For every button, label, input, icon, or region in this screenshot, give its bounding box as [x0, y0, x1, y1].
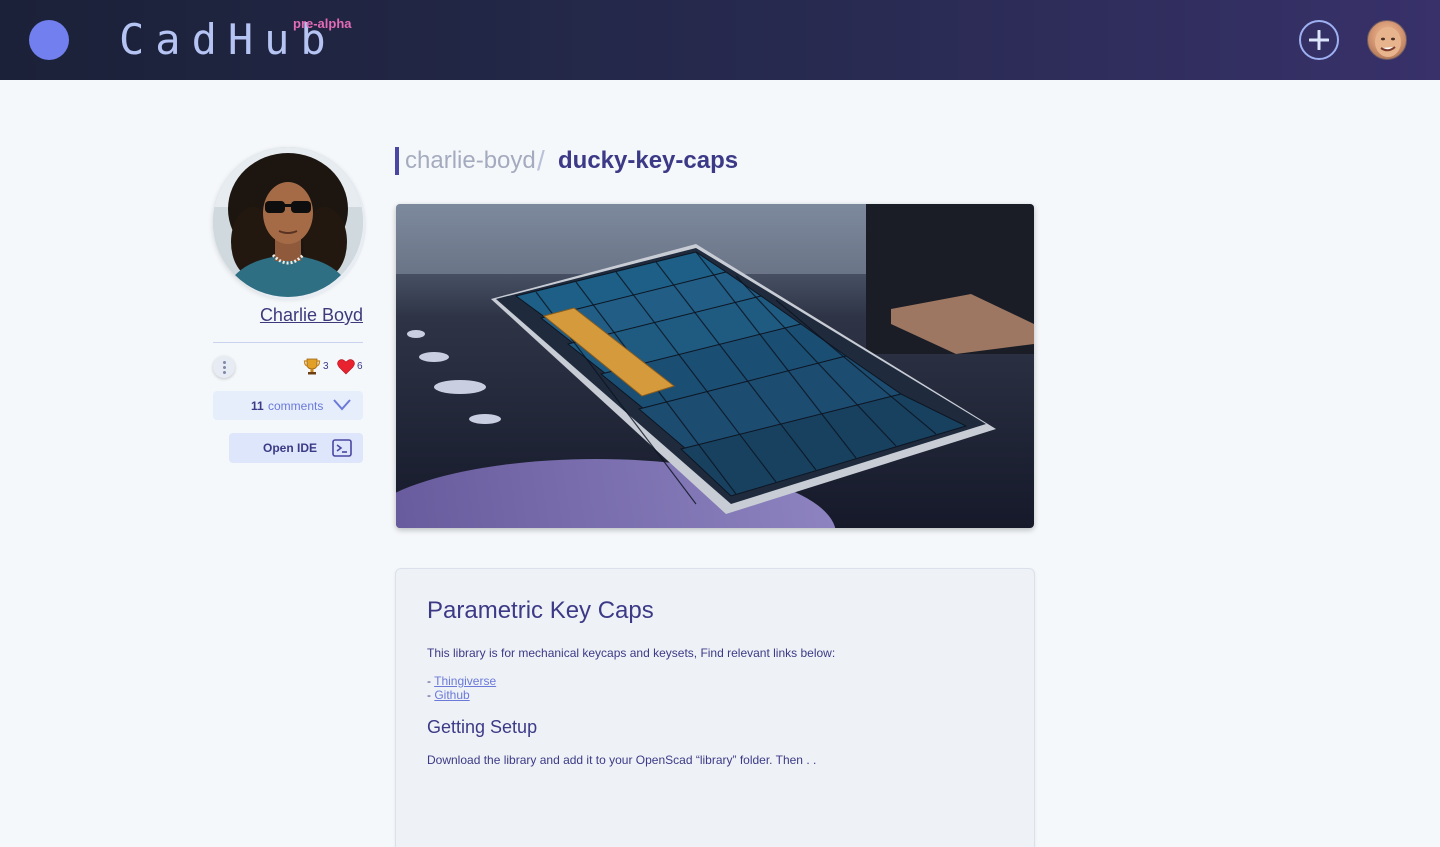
heart-count: 6 [357, 361, 363, 372]
user-avatar[interactable] [1367, 20, 1407, 60]
open-ide-label: Open IDE [263, 441, 318, 455]
github-link[interactable]: Github [434, 688, 469, 702]
thingiverse-link[interactable]: Thingiverse [434, 674, 496, 688]
trophy-count: 3 [323, 361, 329, 372]
description-panel: Parametric Key Caps This library is for … [395, 568, 1035, 847]
list-item: - Github [427, 688, 470, 702]
open-ide-button[interactable]: Open IDE [229, 433, 363, 463]
breadcrumb-user[interactable]: charlie-boyd [405, 147, 536, 175]
breadcrumb-accent [395, 147, 399, 175]
description-title: Parametric Key Caps [427, 597, 654, 624]
chevron-down-icon [333, 399, 351, 411]
getting-setup-heading: Getting Setup [427, 717, 538, 737]
profile-name-link[interactable]: Charlie Boyd [213, 305, 363, 326]
trophy-icon[interactable] [303, 357, 321, 380]
comments-toggle-button[interactable]: 11 comments [213, 391, 363, 420]
more-options-button[interactable] [213, 356, 235, 378]
comments-label: comments [268, 399, 324, 413]
breadcrumb-part-title: ducky-key-caps [558, 147, 739, 174]
terminal-icon [332, 439, 352, 457]
add-part-button[interactable] [1299, 20, 1339, 60]
logo-icon[interactable] [29, 20, 69, 60]
comments-count: 11 [251, 399, 264, 413]
breadcrumb-separator: / [537, 145, 545, 176]
kebab-vertical-icon [223, 361, 226, 364]
top-nav-bar: CadHub pre-alpha [0, 0, 1440, 80]
part-main-image [396, 204, 1034, 528]
heart-icon[interactable] [337, 358, 355, 380]
list-item: - Thingiverse [427, 674, 497, 688]
profile-picture [213, 147, 363, 297]
description-intro: This library is for mechanical keycaps a… [427, 646, 836, 660]
plus-icon [1309, 30, 1329, 50]
pre-alpha-badge: pre-alpha [293, 16, 352, 31]
setup-text: Download the library and add it to your … [427, 753, 817, 767]
sidebar-divider [213, 342, 363, 343]
